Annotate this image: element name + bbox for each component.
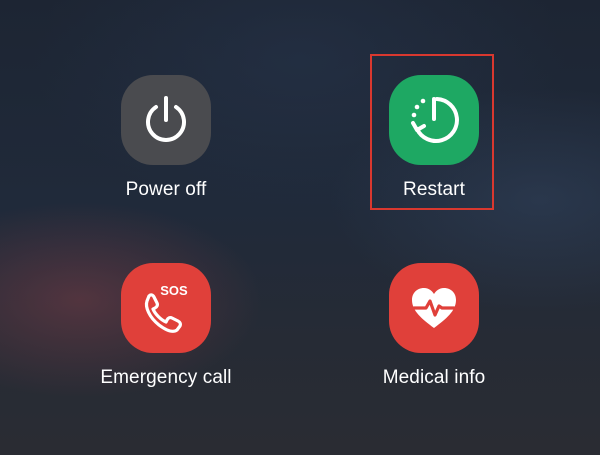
restart-label: Restart	[403, 179, 465, 200]
medical-info-icon-box[interactable]	[389, 263, 479, 353]
power-off-label: Power off	[125, 179, 207, 200]
medical-info-button[interactable]: Medical info	[344, 263, 524, 389]
emergency-call-icon-box[interactable]: SOS	[121, 263, 211, 353]
restart-button[interactable]: Restart	[344, 75, 524, 201]
restart-icon-box[interactable]	[389, 75, 479, 165]
heart-pulse-icon	[412, 288, 456, 328]
sos-phone-icon: SOS	[144, 283, 188, 333]
power-off-icon-box[interactable]	[121, 75, 211, 165]
medical-info-label: Medical info	[382, 367, 486, 388]
restart-icon	[411, 97, 459, 143]
power-icon	[146, 96, 186, 142]
emergency-call-label: Emergency call	[100, 367, 232, 388]
power-off-button[interactable]: Power off	[76, 75, 256, 201]
sos-text: SOS	[160, 283, 188, 298]
emergency-call-button[interactable]: SOS Emergency call	[76, 263, 256, 389]
